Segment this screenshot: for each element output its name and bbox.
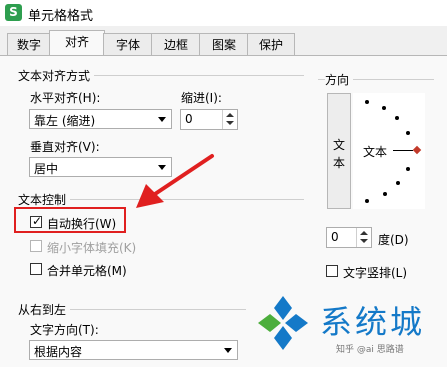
chevron-down-icon: [158, 117, 166, 122]
dial-pointer-line: [393, 150, 413, 151]
dial-dot[interactable]: [395, 116, 399, 120]
tab-border[interactable]: 边框: [151, 33, 201, 56]
tab-pattern[interactable]: 图案: [199, 33, 249, 56]
dial-handle-icon[interactable]: [412, 145, 422, 155]
indent-stepper[interactable]: 0: [180, 109, 238, 130]
degrees-stepper[interactable]: 0: [326, 227, 372, 248]
orientation-group-title: 方向: [325, 71, 354, 88]
text-direction-value: 根据内容: [34, 345, 83, 359]
watermark-subtext: 知乎 @ai 思路谱: [336, 345, 404, 355]
dial-dot[interactable]: [406, 131, 410, 135]
text-control-group-title: 文本控制: [18, 191, 71, 208]
vertical-text-char: 文: [333, 138, 346, 152]
annotation-arrow-icon: [136, 154, 214, 208]
vertical-align-value: 居中: [34, 162, 59, 176]
app-logo-icon: S: [5, 4, 22, 21]
vertical-stack-checkbox[interactable]: [326, 265, 338, 277]
shrink-to-fit-checkbox[interactable]: [30, 240, 42, 252]
dial-dot[interactable]: [365, 100, 369, 104]
text-direction-label: 文字方向(T):: [30, 323, 99, 337]
horizontal-align-value: 靠左 (缩进): [34, 114, 96, 128]
highlight-box: [14, 207, 126, 233]
tab-font[interactable]: 字体: [103, 33, 153, 56]
degrees-label: 度(D): [378, 233, 409, 247]
horizontal-align-select[interactable]: 靠左 (缩进): [29, 109, 172, 129]
rtl-group-title: 从右到左: [18, 301, 71, 318]
indent-label: 缩进(I):: [181, 91, 222, 105]
degrees-spin-buttons[interactable]: [356, 228, 371, 247]
vertical-text-button[interactable]: 文 本: [327, 93, 351, 209]
spin-up-icon[interactable]: [360, 231, 368, 235]
title-bar: S 单元格格式: [0, 0, 447, 26]
watermark-text: 系统城: [320, 303, 426, 341]
spin-down-icon[interactable]: [360, 239, 368, 243]
dial-text: 文本: [363, 145, 388, 159]
horizontal-align-label: 水平对齐(H):: [30, 91, 101, 105]
watermark-logo-icon: [258, 296, 308, 350]
indent-spin-buttons[interactable]: [222, 110, 237, 129]
shrink-to-fit-label: 缩小字体填充(K): [47, 241, 137, 255]
vertical-stack-label[interactable]: 文字竖排(L): [343, 264, 407, 281]
degrees-value: 0: [331, 230, 339, 244]
text-alignment-group-title: 文本对齐方式: [18, 67, 95, 84]
dialog-title: 单元格格式: [28, 9, 94, 24]
indent-value: 0: [185, 112, 193, 126]
vertical-text-char: 本: [333, 156, 346, 170]
merge-cells-checkbox[interactable]: [30, 263, 42, 275]
text-direction-select[interactable]: 根据内容: [29, 340, 238, 360]
dial-dot[interactable]: [383, 192, 387, 196]
spin-down-icon[interactable]: [226, 121, 234, 125]
tab-protection[interactable]: 保护: [247, 33, 295, 56]
chevron-down-icon: [224, 348, 232, 353]
merge-cells-label[interactable]: 合并单元格(M): [47, 262, 127, 279]
spin-up-icon[interactable]: [226, 113, 234, 117]
tab-alignment[interactable]: 对齐: [49, 30, 105, 57]
tab-strip: 数字 对齐 字体 边框 图案 保护: [0, 26, 447, 57]
dial-dot[interactable]: [396, 181, 400, 185]
orientation-dial[interactable]: 文本: [353, 93, 425, 209]
dial-dot[interactable]: [406, 167, 410, 171]
vertical-align-label: 垂直对齐(V):: [30, 140, 100, 154]
dial-dot[interactable]: [382, 106, 386, 110]
dial-dot[interactable]: [365, 199, 369, 203]
tab-number[interactable]: 数字: [7, 33, 51, 56]
